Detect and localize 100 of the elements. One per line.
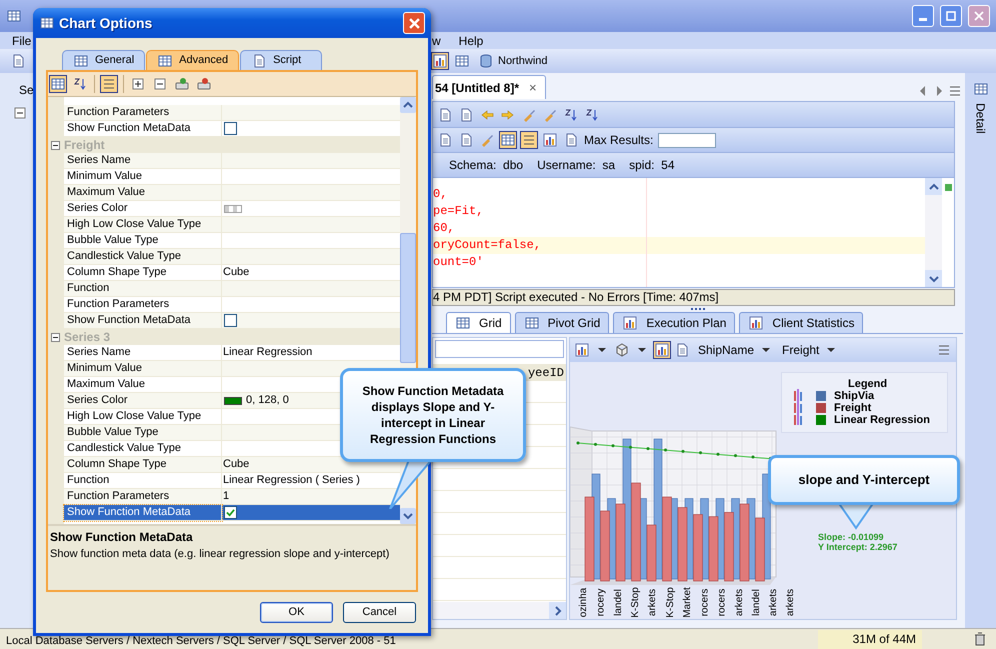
axis-label: K-Stop (664, 586, 676, 618)
property-row[interactable]: Function Linear Regression ( Series ) (64, 473, 400, 489)
filter-field[interactable] (435, 340, 564, 358)
dialog-button[interactable]: OK (260, 602, 333, 623)
splitter-handle[interactable] (690, 308, 704, 310)
tab[interactable]: Script (240, 50, 322, 70)
code-line: 60, (433, 220, 456, 237)
plan-icon[interactable] (542, 132, 558, 148)
bar (693, 514, 703, 582)
panel-title: Se (19, 82, 34, 99)
tab[interactable]: Advanced (146, 50, 240, 70)
chart-view-icon[interactable] (432, 53, 448, 69)
property-value: 1 (223, 489, 230, 504)
editor-tab[interactable]: 54 [Untitled 8]* × (432, 75, 546, 99)
dialog-button[interactable]: Cancel (343, 602, 416, 623)
tab-close-button[interactable]: × (529, 78, 537, 98)
results-tab[interactable]: Pivot Grid (514, 312, 610, 333)
maximize-button[interactable] (940, 5, 962, 27)
value-dropdown[interactable]: Freight (782, 341, 840, 359)
code-line: pe=Fit, (433, 203, 484, 220)
pages-icon[interactable] (101, 76, 117, 92)
legend-label: Freight (834, 402, 872, 415)
property-row[interactable]: Series Name Linear Regression (64, 345, 400, 361)
results-tab[interactable]: Client Statistics (739, 312, 864, 333)
collapse-icon[interactable] (12, 105, 28, 121)
checkbox[interactable] (224, 314, 237, 327)
vertical-scrollbar[interactable] (925, 178, 942, 287)
tab[interactable]: General (62, 50, 146, 70)
property-row[interactable]: Bubble Value Type (64, 233, 400, 249)
chart-type-icon[interactable] (574, 342, 590, 358)
categorized-icon[interactable] (50, 76, 66, 92)
grid-view-icon[interactable] (454, 53, 470, 69)
status-marker (944, 184, 952, 191)
property-row[interactable]: Column Shape Type Cube (64, 265, 400, 281)
description-text: Show function meta data (e.g. linear regression slope and y-intercept) (50, 547, 390, 562)
code-line: ount=0' (433, 254, 484, 271)
cube-icon[interactable] (614, 342, 630, 358)
property-value: Linear Regression (223, 345, 312, 360)
property-row[interactable]: Function Parameters (64, 105, 400, 121)
connection-name[interactable]: Northwind (498, 52, 548, 70)
property-row[interactable]: Series Color (64, 201, 400, 217)
property-row[interactable]: Show Function MetaData (64, 313, 400, 329)
axis-label: landel (751, 588, 762, 618)
property-row[interactable]: Series Name (64, 153, 400, 169)
database-icon[interactable] (478, 53, 494, 69)
property-row[interactable]: Function Parameters 1 (64, 489, 400, 505)
side-tab[interactable]: Detail (972, 103, 990, 134)
pivot-icon (524, 315, 540, 331)
maximize-icon (946, 11, 956, 21)
app-icon (6, 8, 22, 24)
property-row[interactable]: Function Parameters (64, 297, 400, 313)
property-row[interactable]: High Low Close Value Type (64, 217, 400, 233)
property-row[interactable]: Show Function MetaData (64, 505, 400, 521)
legend-label: ShipVia (834, 390, 874, 403)
close-button[interactable] (403, 12, 425, 34)
property-value: Cube (223, 457, 250, 472)
empty-swatch (224, 204, 242, 212)
sort-icon[interactable] (72, 76, 88, 92)
statistics-icon (748, 315, 764, 331)
max-results-field[interactable] (658, 132, 716, 148)
expand-icon[interactable] (130, 76, 146, 92)
category-dropdown[interactable]: ShipName (698, 341, 774, 359)
text-results-icon[interactable] (521, 132, 537, 148)
close-icon (974, 11, 984, 21)
axis-label: rocers (716, 587, 728, 618)
grid-results-icon[interactable] (500, 132, 516, 148)
menu-item[interactable]: File (12, 34, 32, 48)
checkbox[interactable] (224, 122, 237, 135)
property-row[interactable]: Column Shape Type Cube (64, 457, 400, 473)
trash-icon[interactable] (972, 631, 988, 647)
results-tab[interactable]: Execution Plan (613, 312, 736, 333)
chart-options-icon[interactable] (654, 342, 670, 358)
grid-icon (157, 52, 174, 68)
property-row[interactable]: Candlestick Value Type (64, 249, 400, 265)
regression-metadata: Slope: -0.01099 (818, 532, 885, 542)
dialog-title: Chart Options (59, 14, 152, 33)
grid-icon (455, 315, 471, 331)
axis-label: K-Stop (630, 586, 641, 618)
property-label: Show Function MetaData (64, 505, 222, 521)
add-icon[interactable] (174, 76, 190, 92)
regression-metadata: Y Intercept: 2.2967 (818, 542, 898, 552)
collapse-icon[interactable] (152, 76, 168, 92)
grid-icon[interactable] (972, 81, 988, 97)
checkbox[interactable] (224, 506, 237, 519)
memory-usage: 31M of 44M (818, 630, 922, 648)
property-row[interactable]: Show Function MetaData (64, 121, 400, 137)
property-row[interactable]: Function (64, 281, 400, 297)
scrollbar-thumb[interactable] (400, 233, 416, 363)
property-row[interactable]: Maximum Value (64, 185, 400, 201)
menu-item[interactable]: w (432, 32, 441, 50)
minimize-button[interactable] (912, 5, 934, 27)
callout-tooltip: slope and Y-intercept (768, 455, 960, 505)
connection-info: Schema: dbo (449, 157, 524, 174)
property-row[interactable]: Minimum Value (64, 361, 400, 377)
horizontal-scrollbar[interactable] (433, 602, 566, 619)
results-tab[interactable]: Grid (446, 312, 511, 333)
callout-tooltip: Show Function Metadata displays Slope and Y-intercept in Linear Regression Functions (340, 368, 526, 462)
remove-icon[interactable] (196, 76, 212, 92)
menu-item[interactable]: Help (458, 32, 484, 50)
property-row[interactable]: Minimum Value (64, 169, 400, 185)
